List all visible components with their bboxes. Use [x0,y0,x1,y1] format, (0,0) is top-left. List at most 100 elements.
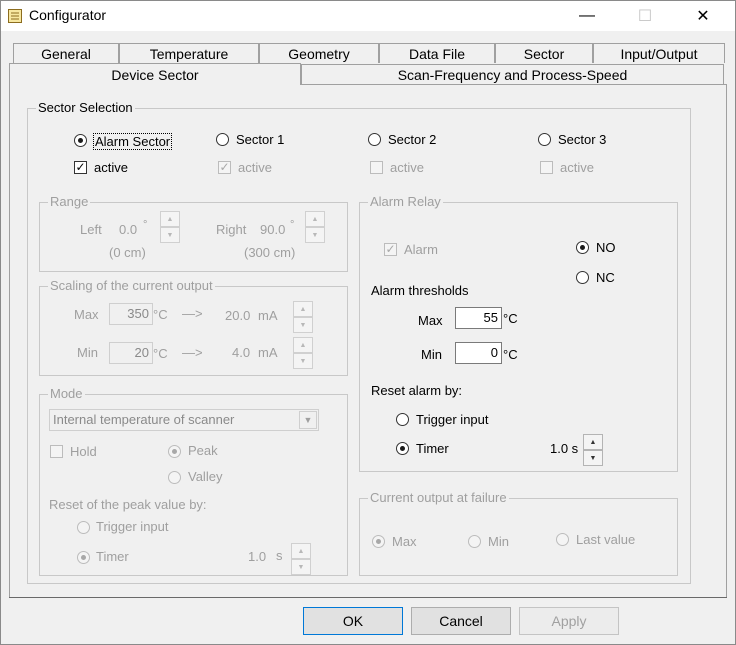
cancel-button[interactable]: Cancel [411,607,511,635]
ok-button[interactable]: OK [303,607,403,635]
range-right-spinner: ▲ ▼ [305,211,325,243]
mode-select: Internal temperature of scanner [49,409,319,431]
scaling-min-spinner: ▲ ▼ [293,337,313,369]
alarm-label: Alarm [404,242,438,257]
scaling-max-ma-unit: mA [258,308,278,323]
scaling-min-label: Min [77,345,98,360]
tab-geometry[interactable]: Geometry [259,43,379,63]
alarm-sector-radio[interactable] [74,134,87,147]
sector-1-label[interactable]: Sector 1 [236,132,284,147]
alarm-timer-radio[interactable] [396,442,409,455]
failure-max-label: Max [392,534,417,549]
alarm-timer-spinner[interactable]: ▲ ▼ [583,434,603,466]
scaling-min-ma-unit: mA [258,345,278,360]
failure-title: Current output at failure [368,490,509,505]
alarm-max-unit: °C [503,311,518,326]
sector-2-radio[interactable] [368,133,381,146]
sector-3-active-label: active [560,160,594,175]
failure-last-value-radio [556,533,569,546]
tab-sector[interactable]: Sector [495,43,593,63]
nc-radio[interactable] [576,271,589,284]
peak-radio [168,445,181,458]
alarm-trigger-label[interactable]: Trigger input [416,412,489,427]
minimize-button[interactable]: — [564,1,610,31]
failure-min-radio [468,535,481,548]
sector-1-active-label: active [238,160,272,175]
sector-selection-title: Sector Selection [36,100,135,115]
sector-3-radio[interactable] [538,133,551,146]
sector-2-label[interactable]: Sector 2 [388,132,436,147]
failure-last-value-label: Last value [576,532,636,547]
alarm-min-field[interactable]: 0 [455,342,502,364]
peak-timer-value: 1.0 [248,549,267,564]
alarm-checkbox: ✓ [384,242,397,256]
peak-timer-radio [77,551,90,564]
window-title: Configurator [29,7,107,23]
scaling-min-arrow: —> [182,345,203,360]
scaling-max-ma: 20.0 [225,308,251,323]
tab-general[interactable]: General [13,43,119,63]
alarm-sector-label[interactable]: Alarm Sector [93,133,173,150]
chevron-down-icon: ▼ [299,411,317,429]
tab-data-file[interactable]: Data File [379,43,495,63]
tab-temperature[interactable]: Temperature [119,43,259,63]
reset-alarm-label: Reset alarm by: [371,383,463,398]
alarm-thresholds-label: Alarm thresholds [371,283,469,298]
sector-2-active-label: active [390,160,424,175]
alarm-max-field[interactable]: 55 [455,307,502,329]
failure-max-radio [372,535,385,548]
tab-device-sector[interactable]: Device Sector [9,63,301,85]
range-right-label: Right [216,222,247,237]
tab-input-output[interactable]: Input/Output [593,43,725,63]
sector-3-label[interactable]: Sector 3 [558,132,606,147]
peak-timer-spinner: ▲ ▼ [291,543,311,575]
peak-timer-unit: s [276,548,283,563]
range-left-value: 0.0 [119,222,138,237]
peak-trigger-radio [77,521,90,534]
valley-radio [168,471,181,484]
range-left-spinner: ▲ ▼ [160,211,180,243]
range-group [39,202,348,272]
peak-timer-label: Timer [96,549,129,564]
app-notebook-icon [8,9,22,23]
hold-checkbox [50,445,63,458]
alarm-sector-active-label: active [94,160,128,175]
alarm-timer-value: 1.0 s [550,441,579,456]
alarm-min-label: Min [421,347,442,362]
sector-3-active-checkbox [540,161,553,174]
apply-button: Apply [519,607,619,635]
no-label[interactable]: NO [596,240,616,255]
alarm-timer-label[interactable]: Timer [416,441,449,456]
tab-scan-frequency[interactable]: Scan-Frequency and Process-Speed [301,64,724,84]
sector-1-radio[interactable] [216,133,229,146]
hold-label: Hold [70,444,97,459]
mode-title: Mode [48,386,85,401]
failure-min-label: Min [488,534,509,549]
peak-label: Peak [188,443,218,458]
valley-label: Valley [188,469,223,484]
scaling-max-unit: °C [153,307,168,322]
nc-label[interactable]: NC [596,270,615,285]
range-right-cm: (300 cm) [244,245,296,260]
scaling-title: Scaling of the current output [48,278,215,293]
peak-reset-label: Reset of the peak value by: [49,497,207,512]
alarm-sector-active-checkbox[interactable]: ✓ [74,161,87,174]
range-right-unit: ° [290,219,295,231]
scaling-max-label: Max [74,307,99,322]
scaling-min-ma: 4.0 [232,345,251,360]
scaling-max-arrow: —> [182,306,203,321]
alarm-min-unit: °C [503,347,518,362]
scaling-max-spinner: ▲ ▼ [293,301,313,333]
close-button[interactable]: ✕ [680,1,726,31]
sector-2-active-checkbox [370,161,383,174]
maximize-button: ☐ [637,8,653,25]
alarm-max-label: Max [418,313,443,328]
peak-trigger-label: Trigger input [96,519,169,534]
sector-1-active-checkbox: ✓ [218,160,231,174]
alarm-trigger-radio[interactable] [396,413,409,426]
no-radio[interactable] [576,241,589,254]
range-left-label: Left [80,222,102,237]
scaling-max-field: 350 [109,303,153,325]
range-title: Range [48,194,91,209]
panel-bottom-edge [9,597,727,598]
